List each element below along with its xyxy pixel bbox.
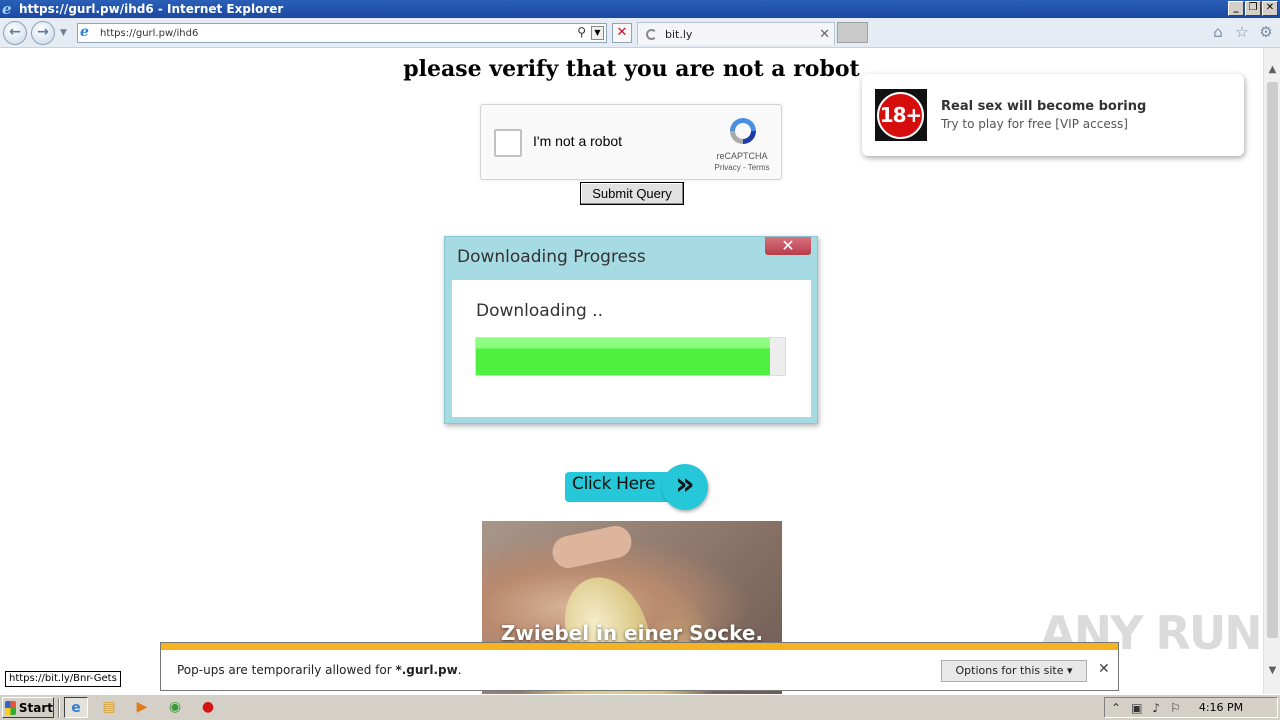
- progress-fill: [476, 338, 770, 375]
- options-for-this-site-button[interactable]: Options for this site ▾: [941, 660, 1087, 682]
- new-tab-button[interactable]: [837, 22, 868, 43]
- taskbar: Start e ▤ ▶ ◉ ● ⌃ ▣ ♪ ⚐ 4:16 PM: [0, 694, 1280, 720]
- settings-gear-icon[interactable]: ⚙: [1258, 24, 1274, 40]
- address-dropdown-icon[interactable]: ▼: [591, 26, 604, 40]
- downloading-progress-dialog: Downloading Progress ✕ Downloading ..: [444, 236, 818, 424]
- address-url[interactable]: https://gurl.pw/ihd6: [100, 28, 606, 39]
- tray-expand-icon[interactable]: ⌃: [1111, 701, 1121, 715]
- ad-image-hand: [549, 523, 635, 571]
- site-ie-icon: e: [80, 24, 89, 40]
- notification-domain: *.gurl.pw: [395, 663, 458, 677]
- start-label: Start: [18, 700, 53, 715]
- minimize-button[interactable]: _: [1228, 1, 1244, 16]
- opera-icon[interactable]: ●: [196, 697, 220, 718]
- network-icon[interactable]: ▣: [1131, 701, 1142, 715]
- dialog-close-button[interactable]: ✕: [765, 237, 811, 255]
- ad-18-badge: 18+: [875, 89, 927, 141]
- click-here-button[interactable]: Click Here »: [565, 464, 710, 510]
- screen: e https://gurl.pw/ihd6 - Internet Explor…: [0, 0, 1280, 720]
- loading-spinner-icon: [646, 28, 657, 40]
- back-arrow-icon[interactable]: ←: [3, 21, 27, 45]
- restore-button[interactable]: ❐: [1245, 1, 1261, 16]
- stop-button[interactable]: ✕: [612, 23, 632, 43]
- recaptcha-checkbox[interactable]: [494, 129, 522, 157]
- click-here-label: Click Here: [572, 474, 656, 494]
- ie-logo-icon: e: [2, 0, 12, 18]
- search-icon[interactable]: ⚲: [577, 25, 586, 39]
- notification-stripe: [161, 643, 1118, 650]
- address-bar[interactable]: e https://gurl.pw/ihd6 ⚲ ▼: [77, 23, 607, 43]
- window-titlebar: e https://gurl.pw/ihd6 - Internet Explor…: [0, 0, 1280, 18]
- recaptcha-privacy-terms[interactable]: Privacy - Terms: [706, 163, 778, 172]
- recaptcha-brand: reCAPTCHA: [716, 151, 768, 161]
- internet-explorer-icon[interactable]: e: [64, 697, 88, 718]
- recaptcha-label: I'm not a robot: [533, 133, 623, 149]
- ad-18-subtitle: Try to play for free [VIP access]: [941, 117, 1128, 131]
- double-chevron-right-icon: »: [662, 464, 708, 510]
- tab-bitly[interactable]: bit.ly ✕: [637, 22, 835, 45]
- windows-flag-icon: [5, 700, 16, 715]
- file-explorer-icon[interactable]: ▤: [97, 697, 121, 718]
- progress-bar: [475, 337, 786, 376]
- taskbar-separator: [58, 698, 60, 718]
- dialog-title: Downloading Progress: [457, 247, 646, 267]
- system-tray: ⌃ ▣ ♪ ⚐ 4:16 PM: [1104, 697, 1278, 718]
- notification-close-icon[interactable]: ✕: [1098, 661, 1110, 677]
- recaptcha-widget: I'm not a robot reCAPTCHA Privacy - Term…: [480, 104, 782, 180]
- media-player-icon[interactable]: ▶: [130, 697, 154, 718]
- favorites-star-icon[interactable]: ☆: [1234, 24, 1250, 40]
- scroll-up-arrow-icon[interactable]: ▲: [1266, 64, 1279, 78]
- vertical-scrollbar[interactable]: ▲ ▼: [1263, 48, 1280, 694]
- action-center-flag-icon[interactable]: ⚐: [1170, 701, 1181, 715]
- dialog-body: Downloading ..: [452, 280, 811, 417]
- tab-close-icon[interactable]: ✕: [819, 27, 830, 42]
- chrome-icon[interactable]: ◉: [163, 697, 187, 718]
- scroll-down-arrow-icon[interactable]: ▼: [1266, 665, 1279, 679]
- notification-message: Pop-ups are temporarily allowed for *.gu…: [177, 663, 462, 677]
- status-url-tooltip: https://bit.ly/Bnr-Gets: [5, 671, 121, 687]
- submit-query-button[interactable]: Submit Query: [580, 182, 684, 205]
- page-content: please verify that you are not a robot I…: [0, 48, 1263, 694]
- window-title: https://gurl.pw/ihd6 - Internet Explorer: [19, 2, 284, 16]
- popup-notification-bar: Pop-ups are temporarily allowed for *.gu…: [160, 642, 1119, 691]
- recaptcha-logo-icon: [730, 118, 756, 144]
- download-status-text: Downloading ..: [476, 301, 604, 321]
- volume-icon[interactable]: ♪: [1152, 701, 1160, 715]
- toolbar-icons: ⌂ ☆ ⚙: [1210, 24, 1274, 40]
- close-window-button[interactable]: ✕: [1262, 1, 1278, 16]
- ad-18-badge-label: 18+: [877, 92, 924, 139]
- quick-launch: e ▤ ▶ ◉ ●: [64, 697, 220, 718]
- home-icon[interactable]: ⌂: [1210, 24, 1226, 40]
- history-dropdown-icon[interactable]: ▼: [60, 28, 67, 38]
- tab-title: bit.ly: [665, 27, 693, 41]
- start-button[interactable]: Start: [2, 697, 54, 718]
- ad-18-title: Real sex will become boring: [941, 99, 1147, 114]
- window-controls: _ ❐ ✕: [1228, 1, 1278, 16]
- clock[interactable]: 4:16 PM: [1199, 701, 1243, 714]
- scrollbar-thumb[interactable]: [1267, 82, 1278, 638]
- navigation-bar: ← → ▼ e https://gurl.pw/ihd6 ⚲ ▼ ✕ bit.l…: [0, 18, 1280, 48]
- adult-ad-popup[interactable]: 18+ Real sex will become boring Try to p…: [862, 74, 1244, 156]
- forward-arrow-icon[interactable]: →: [31, 21, 55, 45]
